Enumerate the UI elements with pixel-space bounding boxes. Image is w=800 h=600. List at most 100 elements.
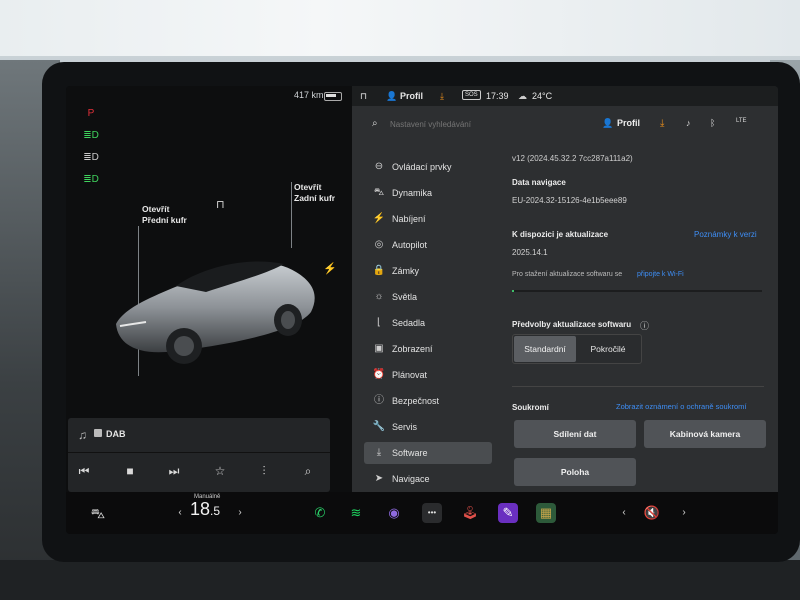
settings-search-input[interactable] xyxy=(388,114,542,134)
trunk-name: Zadní kufr xyxy=(294,193,336,203)
menu-item[interactable]: ⊖ Ovládací prvky xyxy=(364,156,492,178)
sos-button[interactable]: SOS xyxy=(462,90,481,100)
advanced-option[interactable]: Pokročilé xyxy=(577,336,639,362)
status-bar: ⊓ 👤 Profil ⤓ SOS 17:39 ☁ 24°C xyxy=(352,86,778,106)
shield-icon: ⓘ xyxy=(374,395,384,406)
phone-icon[interactable]: ✆ xyxy=(310,503,330,523)
menu-item[interactable]: 🔒 Zámky xyxy=(364,260,492,282)
menu-item-label: Bezpečnost xyxy=(392,396,440,406)
lock-status-icon[interactable]: ⊓ xyxy=(360,91,367,102)
menu-item[interactable]: ⛍ Dynamika xyxy=(364,182,492,204)
media-player: ♫ DAB ⏮ ■ ⏭ ☆ ⫶ ⌕ xyxy=(68,418,330,492)
media-source-row[interactable]: ♫ DAB xyxy=(68,418,330,453)
display-icon: ▣ xyxy=(374,343,384,354)
settings-pane: ⊓ 👤 Profil ⤓ SOS 17:39 ☁ 24°C ⌕ 👤 Profil… xyxy=(352,86,778,492)
connect-wifi-link[interactable]: připojte k Wi-Fi xyxy=(637,271,684,278)
profile-label[interactable]: Profil xyxy=(617,118,640,128)
temperature-fraction: .5 xyxy=(210,504,221,518)
info-icon[interactable]: ⓘ xyxy=(640,319,649,332)
lte-signal-icon: LTE xyxy=(736,118,747,124)
center-console xyxy=(0,560,800,600)
menu-item[interactable]: ⓘ Bezpečnost xyxy=(364,390,492,412)
seat-icon: ⌊ xyxy=(377,317,381,328)
download-update-icon[interactable]: ⤓ xyxy=(660,118,664,129)
frunk-action: Otevřít xyxy=(142,204,170,214)
mute-icon[interactable]: 🔇 xyxy=(642,503,662,523)
menu-item[interactable]: ⚡ Nabíjení xyxy=(364,208,492,230)
menu-item-label: Nabíjení xyxy=(392,214,426,224)
car-status-pane: 417 km P ≣D ≣D ≣D Otevřít Přední kufr Otevř… xyxy=(66,86,352,492)
wrench-icon: 🔧 xyxy=(372,421,386,432)
menu-item[interactable]: ⌊ Sedadla xyxy=(364,312,492,334)
menu-item[interactable]: ▣ Zobrazení xyxy=(364,338,492,360)
menu-item[interactable]: ◎ Autopilot xyxy=(364,234,492,256)
search-media-icon[interactable]: ⌕ xyxy=(298,464,318,479)
standard-option[interactable]: Standardní xyxy=(514,336,576,362)
release-notes-link[interactable]: Poznámky k verzi xyxy=(694,230,757,239)
menu-item[interactable]: ⏰ Plánovat xyxy=(364,364,492,386)
unlock-icon[interactable]: ⊓ xyxy=(216,198,228,211)
camera-icon[interactable]: ◉ xyxy=(384,503,404,523)
temp-up-chevron-icon[interactable]: › xyxy=(230,503,250,523)
menu-item-label: Světla xyxy=(392,292,418,302)
range-readout: 417 km xyxy=(294,90,324,100)
more-apps-icon[interactable]: ••• xyxy=(422,503,442,523)
touchscreen: 417 km P ≣D ≣D ≣D Otevřít Přední kufr Otevř… xyxy=(66,86,778,534)
weather-icon: ☁ xyxy=(518,91,527,101)
music-note-icon: ♫ xyxy=(78,428,87,442)
profile-status-icon[interactable]: 👤 xyxy=(386,91,397,102)
toybox-icon[interactable]: ✎ xyxy=(498,503,518,523)
location-button[interactable]: Poloha xyxy=(514,458,636,486)
low-beam-icon: ≣D xyxy=(83,130,99,141)
menu-item-label: Zobrazení xyxy=(392,344,433,354)
section-divider xyxy=(512,386,764,387)
windshield-area xyxy=(0,0,800,56)
update-available-icon[interactable]: ⤓ xyxy=(440,91,444,102)
equalizer-icon[interactable]: ⫶ xyxy=(254,464,274,479)
data-sharing-button[interactable]: Sdílení dat xyxy=(514,420,636,448)
menu-item[interactable]: 🔧 Servis xyxy=(364,416,492,438)
menu-item[interactable]: ⤓ Software xyxy=(364,442,492,464)
menu-item-label: Autopilot xyxy=(392,240,428,250)
bluetooth-icon[interactable]: ᛒ xyxy=(710,118,715,128)
menu-item-label: Ovládací prvky xyxy=(392,162,452,172)
update-progress-bar xyxy=(512,290,762,292)
frunk-open-label[interactable]: Otevřít Přední kufr xyxy=(142,204,187,226)
status-profile-label[interactable]: Profil xyxy=(400,91,423,101)
bell-icon[interactable]: ♪ xyxy=(686,118,691,128)
lock-icon: 🔒 xyxy=(372,265,386,276)
media-source-label: DAB xyxy=(106,429,126,439)
radio-icon xyxy=(94,429,102,437)
temp-down-chevron-icon[interactable]: ‹ xyxy=(170,503,190,523)
bolt-icon: ⚡ xyxy=(372,213,386,224)
sun-icon: ☼ xyxy=(374,291,384,302)
trunk-open-label[interactable]: Otevřít Zadní kufr xyxy=(294,182,335,204)
menu-item[interactable]: ➤ Navigace xyxy=(364,468,492,490)
menu-item[interactable]: ☼ Světla xyxy=(364,286,492,308)
cabin-camera-button[interactable]: Kabinová kamera xyxy=(644,420,766,448)
download-icon: ⤓ xyxy=(376,447,382,458)
privacy-title: Soukromí xyxy=(512,403,549,412)
spotify-icon[interactable]: ≋ xyxy=(346,503,366,523)
car-icon[interactable]: ⛍ xyxy=(88,503,108,523)
update-available-title: K dispozici je aktualizace xyxy=(512,230,609,239)
favorite-star-icon[interactable]: ☆ xyxy=(210,464,230,478)
privacy-notice-link[interactable]: Zobrazit oznámení o ochraně soukromí xyxy=(616,402,746,411)
cabin-temperature[interactable]: 18.5 xyxy=(190,499,220,520)
update-preference-toggle: Standardní Pokročilé xyxy=(512,334,642,364)
next-track-icon[interactable]: ⏭ xyxy=(164,464,184,479)
stop-icon[interactable]: ■ xyxy=(120,464,140,478)
search-icon: ⌕ xyxy=(372,118,378,129)
update-version: 2025.14.1 xyxy=(512,248,548,257)
volume-down-chevron-icon[interactable]: ‹ xyxy=(614,503,634,523)
battery-icon xyxy=(324,92,342,101)
menu-item-label: Dynamika xyxy=(392,188,433,198)
update-preferences-title: Předvolby aktualizace softwaru xyxy=(512,320,632,329)
previous-track-icon[interactable]: ⏮ xyxy=(74,464,94,479)
outside-temperature: 24°C xyxy=(532,91,553,101)
arcade-icon[interactable]: ▦ xyxy=(536,503,556,523)
temperature-whole: 18 xyxy=(190,499,211,519)
nav-data-version: EU-2024.32-15126-4e1b5eee89 xyxy=(512,196,627,205)
volume-up-chevron-icon[interactable]: › xyxy=(674,503,694,523)
joystick-icon[interactable]: 🕹 xyxy=(460,503,480,523)
